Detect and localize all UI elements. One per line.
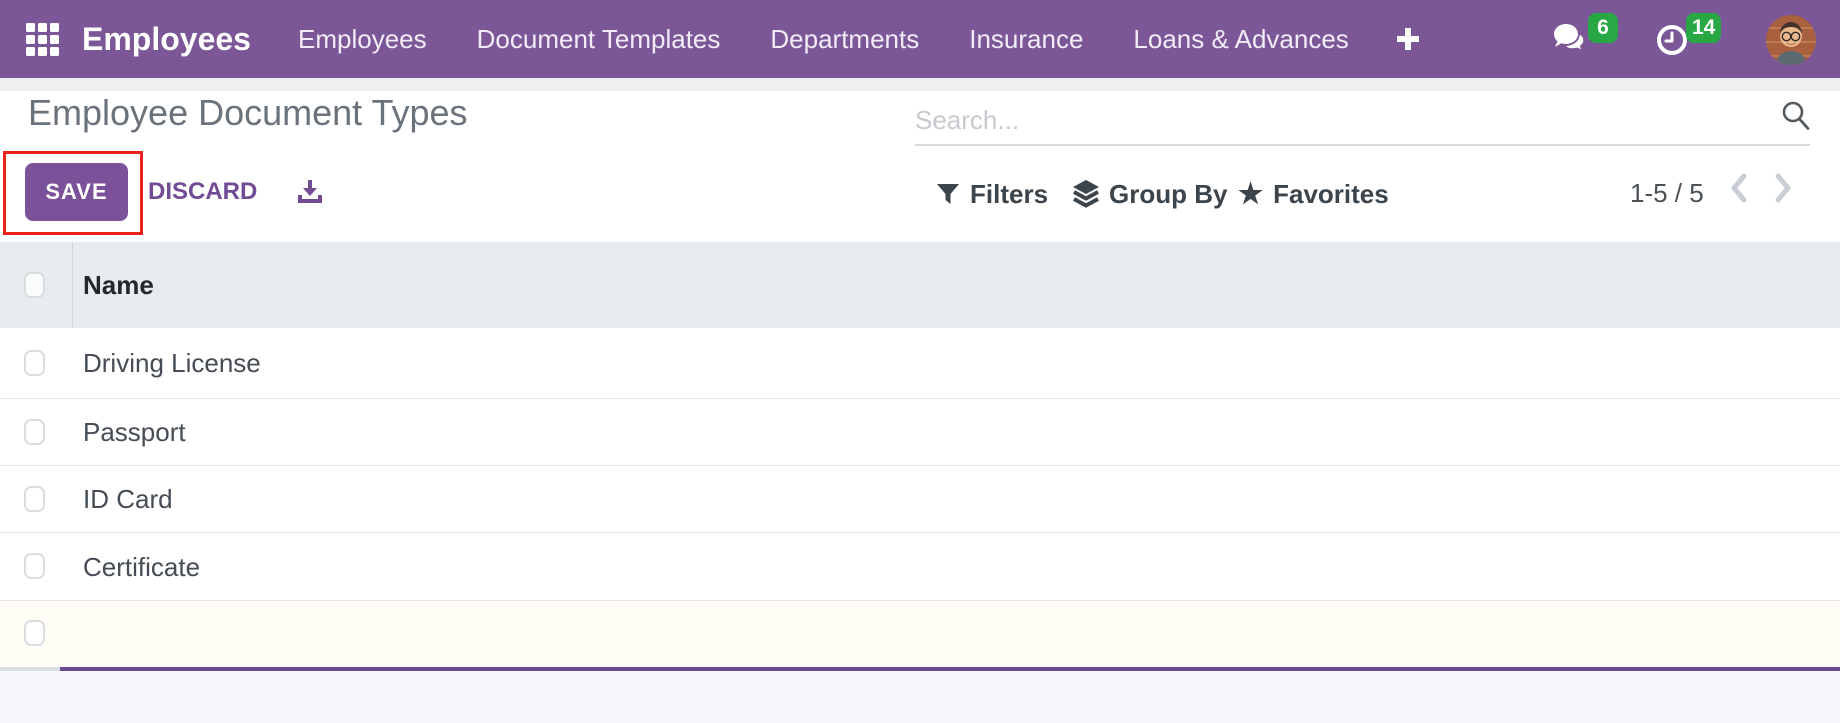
table-header [0,242,1840,328]
table-row[interactable]: Passport [0,399,1840,466]
app-window: Employees Employees Document Templates Dep… [0,0,1840,723]
navbar-bottom-band [0,78,1840,91]
star-icon: ★ [1238,178,1264,209]
discard-button[interactable]: DISCARD [148,163,257,221]
save-button[interactable]: SAVE [25,163,128,221]
funnel-icon [937,184,959,204]
navbar-menu-item[interactable]: Employees [298,24,427,55]
activities-badge: 14 [1686,13,1722,43]
row-name-cell: ID Card [83,484,173,514]
column-header-name[interactable]: Name [83,242,154,328]
search-icon[interactable] [1781,100,1811,132]
table-row[interactable]: Driving License [0,328,1840,399]
navbar-menu-item[interactable]: Document Templates [477,24,721,55]
search-input[interactable] [915,96,1810,146]
page-title: Employee Document Types [28,92,468,133]
table-row-new-record[interactable] [0,601,1840,667]
layers-icon [1073,180,1099,208]
navbar-menu-item[interactable]: Loans & Advances [1133,24,1348,55]
row-checkbox[interactable] [24,553,45,579]
filters-label: Filters [970,178,1049,209]
header-column-divider [72,242,73,328]
group-by-button[interactable]: Group By [1073,176,1227,212]
navbar-menu: Employees Document Templates Departments In… [298,0,1349,78]
user-avatar[interactable] [1766,15,1816,65]
row-checkbox[interactable] [24,620,45,646]
favorites-label: Favorites [1273,178,1389,209]
app-brand[interactable]: Employees [82,0,251,78]
table-row[interactable]: Certificate [0,533,1840,601]
select-all-checkbox[interactable] [24,272,45,298]
messages-badge: 6 [1588,13,1618,43]
row-checkbox[interactable] [24,418,45,445]
add-menu-plus-icon[interactable] [1394,25,1422,53]
content-footer-area [0,671,1840,723]
navbar-menu-item[interactable]: Insurance [969,24,1083,55]
table-row[interactable]: ID Card [0,466,1840,533]
group-by-label: Group By [1109,178,1228,209]
messages-icon[interactable] [1552,23,1592,55]
new-record-name-input[interactable] [83,609,1763,657]
favorites-button[interactable]: ★ Favorites [1238,176,1389,212]
row-name-cell: Passport [83,417,186,447]
pager-range: 1-5 / 5 [1630,178,1704,208]
row-name-cell: Certificate [83,552,201,582]
row-checkbox[interactable] [24,349,45,376]
pager-next-icon[interactable] [1770,168,1796,208]
row-checkbox[interactable] [24,485,45,512]
pager-previous-icon[interactable] [1726,168,1752,208]
apps-menu-icon[interactable] [26,23,59,56]
filters-button[interactable]: Filters [936,176,1048,212]
navbar-menu-item[interactable]: Departments [770,24,919,55]
top-navbar: Employees Employees Document Templates Dep… [0,0,1840,78]
row-name-cell: Driving License [83,348,261,378]
activities-clock-icon[interactable] [1656,24,1688,56]
export-icon[interactable] [296,179,324,205]
